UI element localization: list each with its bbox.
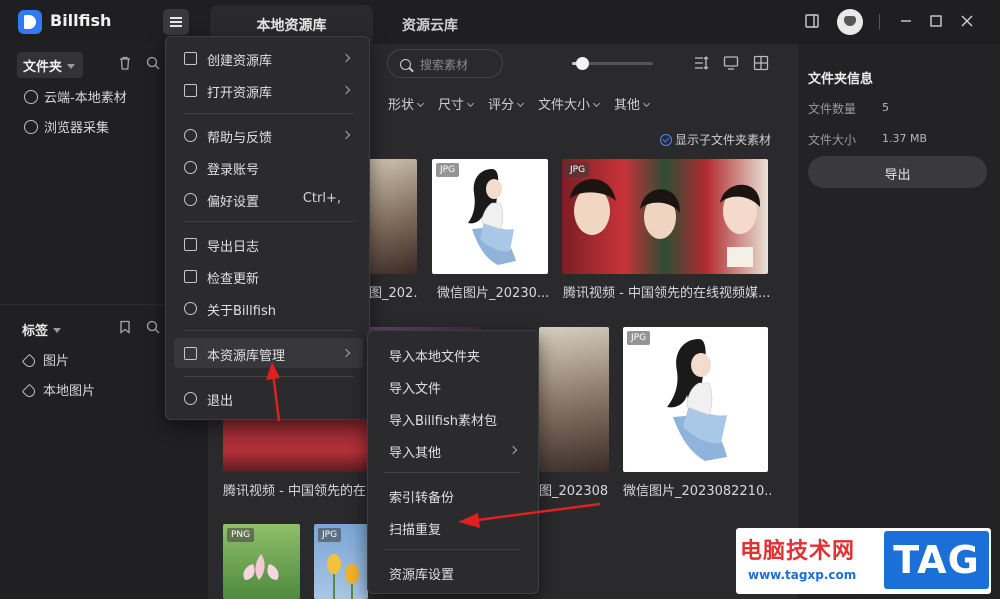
annotation-arrow <box>458 502 601 528</box>
annotation-arrow <box>266 362 281 422</box>
annotation-arrows <box>266 362 601 528</box>
watermark-text: 电脑技术网 <box>740 539 856 564</box>
watermark-url: www.tagxp.com <box>748 568 857 582</box>
watermark-logo: TAG <box>884 531 989 589</box>
